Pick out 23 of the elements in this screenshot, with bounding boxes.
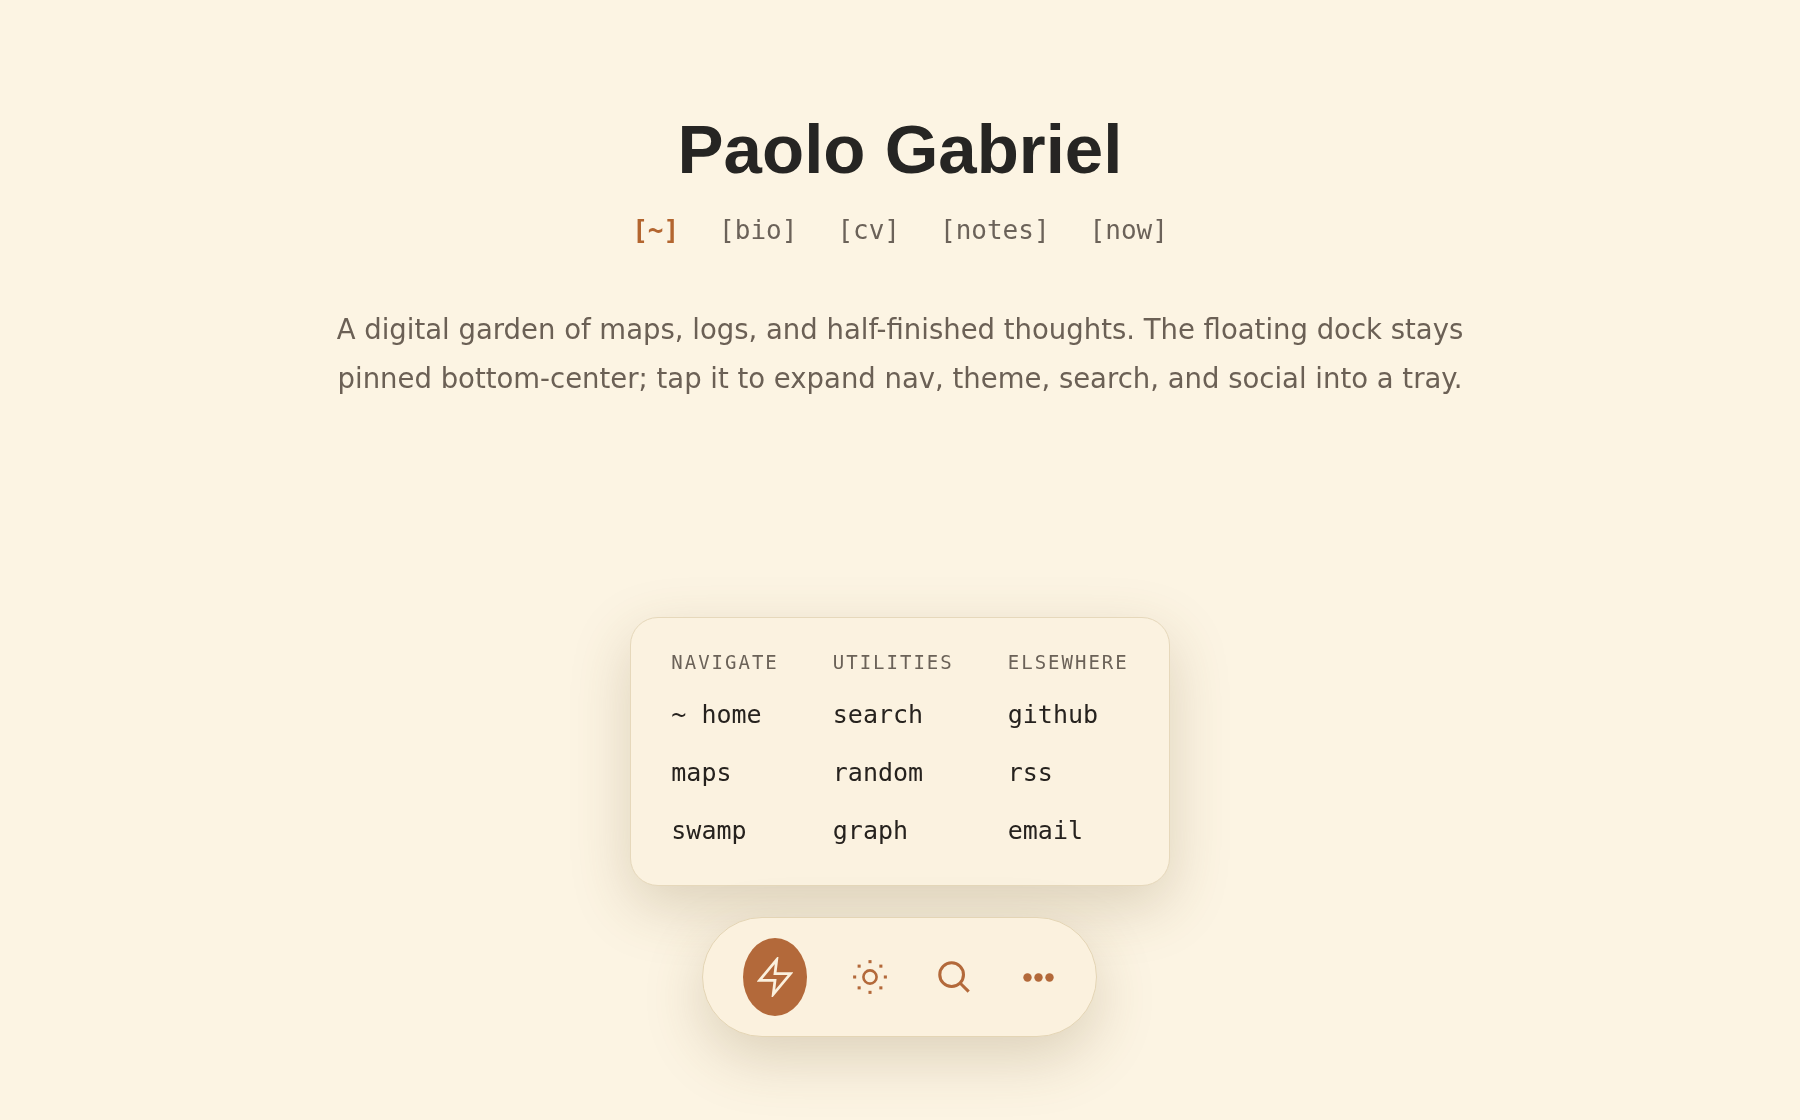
intro-text: A digital garden of maps, logs, and half-finished thoughts. The floating dock stays pinned bottom-center; tap it to expand nav, theme, search, and social into a tray. [335, 311, 1465, 396]
column-heading: UTILITIES [832, 650, 954, 675]
nav-link[interactable]: [cv] [837, 210, 900, 250]
tray-link[interactable]: ~ home [671, 697, 762, 733]
ellipsis-icon [1023, 972, 1054, 982]
tray-link[interactable]: search [832, 697, 924, 733]
tray-link[interactable]: github [1007, 697, 1099, 733]
tray-link[interactable]: maps [671, 755, 732, 791]
column-heading: NAVIGATE [671, 650, 779, 675]
nav-link[interactable]: [notes] [940, 210, 1050, 250]
nav-link[interactable]: [now] [1089, 210, 1168, 250]
search-icon [938, 961, 971, 993]
tray-link[interactable]: graph [832, 813, 909, 849]
tray-link[interactable]: random [832, 755, 924, 791]
sun-icon [853, 960, 888, 994]
lightning-bolt-icon [757, 957, 794, 997]
nav-link[interactable]: [~] [632, 210, 680, 250]
page-title: Paolo Gabriel [677, 110, 1123, 190]
nav-link[interactable]: [bio] [719, 210, 798, 250]
tray-link[interactable]: email [1007, 813, 1083, 849]
tray-link[interactable]: rss [1007, 755, 1053, 791]
column-heading: ELSEWHERE [1007, 650, 1129, 675]
tray-link[interactable]: swamp [671, 813, 747, 849]
